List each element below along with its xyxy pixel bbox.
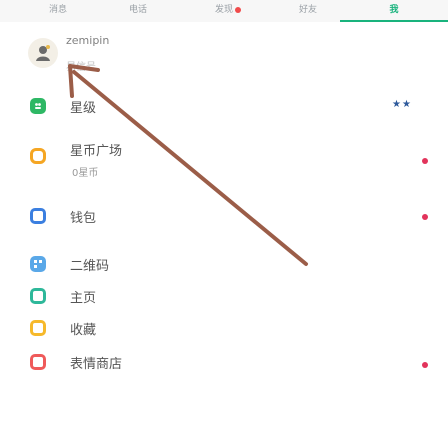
tab-phone[interactable]: 电话 [120,2,156,18]
notification-dot [422,158,428,164]
profile-header[interactable]: zemipin 易信号 [0,28,448,86]
notification-dot [422,362,428,368]
active-tab-indicator [340,20,448,22]
avatar[interactable] [28,38,58,68]
menu-item-home[interactable]: 主页 [0,278,448,314]
profile-name: zemipin [66,34,110,47]
wallet-icon [30,208,46,224]
menu-item-label: 二维码 [70,259,110,274]
tab-label: 发现 [214,5,233,15]
tab-label: 好友 [298,5,317,15]
tab-messages[interactable]: 消息 [40,2,76,18]
sticker-store-icon [30,354,46,370]
menu-item-sublabel: 0星币 [72,168,99,179]
notification-dot [422,214,428,220]
star-badge: ★★ [392,99,412,110]
avatar-icon [36,45,50,61]
menu-item-qr-code[interactable]: 二维码 [0,246,448,282]
menu-item-label: 星级 [70,101,97,116]
star-level-icon [30,98,46,114]
tab-me[interactable]: 我 [376,2,412,18]
menu-item-label: 星币广场 [70,144,123,159]
top-tab-bar: 消息 电话 发现 好友 我 [0,0,448,22]
menu-item-wallet[interactable]: 钱包 [0,198,448,234]
tab-label: 电话 [128,5,147,15]
coin-plaza-icon [30,148,46,164]
qr-code-icon [30,256,46,272]
tab-discover[interactable]: 发现 [206,2,250,18]
menu-item-label: 钱包 [70,211,97,226]
tab-label: 消息 [48,5,67,15]
home-icon [30,288,46,304]
tab-label: 我 [389,5,399,15]
menu-item-sticker-store[interactable]: 表情商店 [0,344,448,380]
menu-item-star-coin-plaza[interactable]: 星币广场 0星币 [0,136,448,186]
notification-dot [235,6,241,13]
profile-id-label: 易信号 [66,62,96,73]
tab-friends[interactable]: 好友 [290,2,326,18]
menu-item-label: 主页 [70,291,97,306]
menu-item-label: 表情商店 [70,357,123,372]
menu-item-label: 收藏 [70,323,97,338]
menu-item-favorites[interactable]: 收藏 [0,310,448,346]
favorites-icon [30,320,46,336]
menu-item-star-level[interactable]: 星级 ★★ [0,88,448,124]
